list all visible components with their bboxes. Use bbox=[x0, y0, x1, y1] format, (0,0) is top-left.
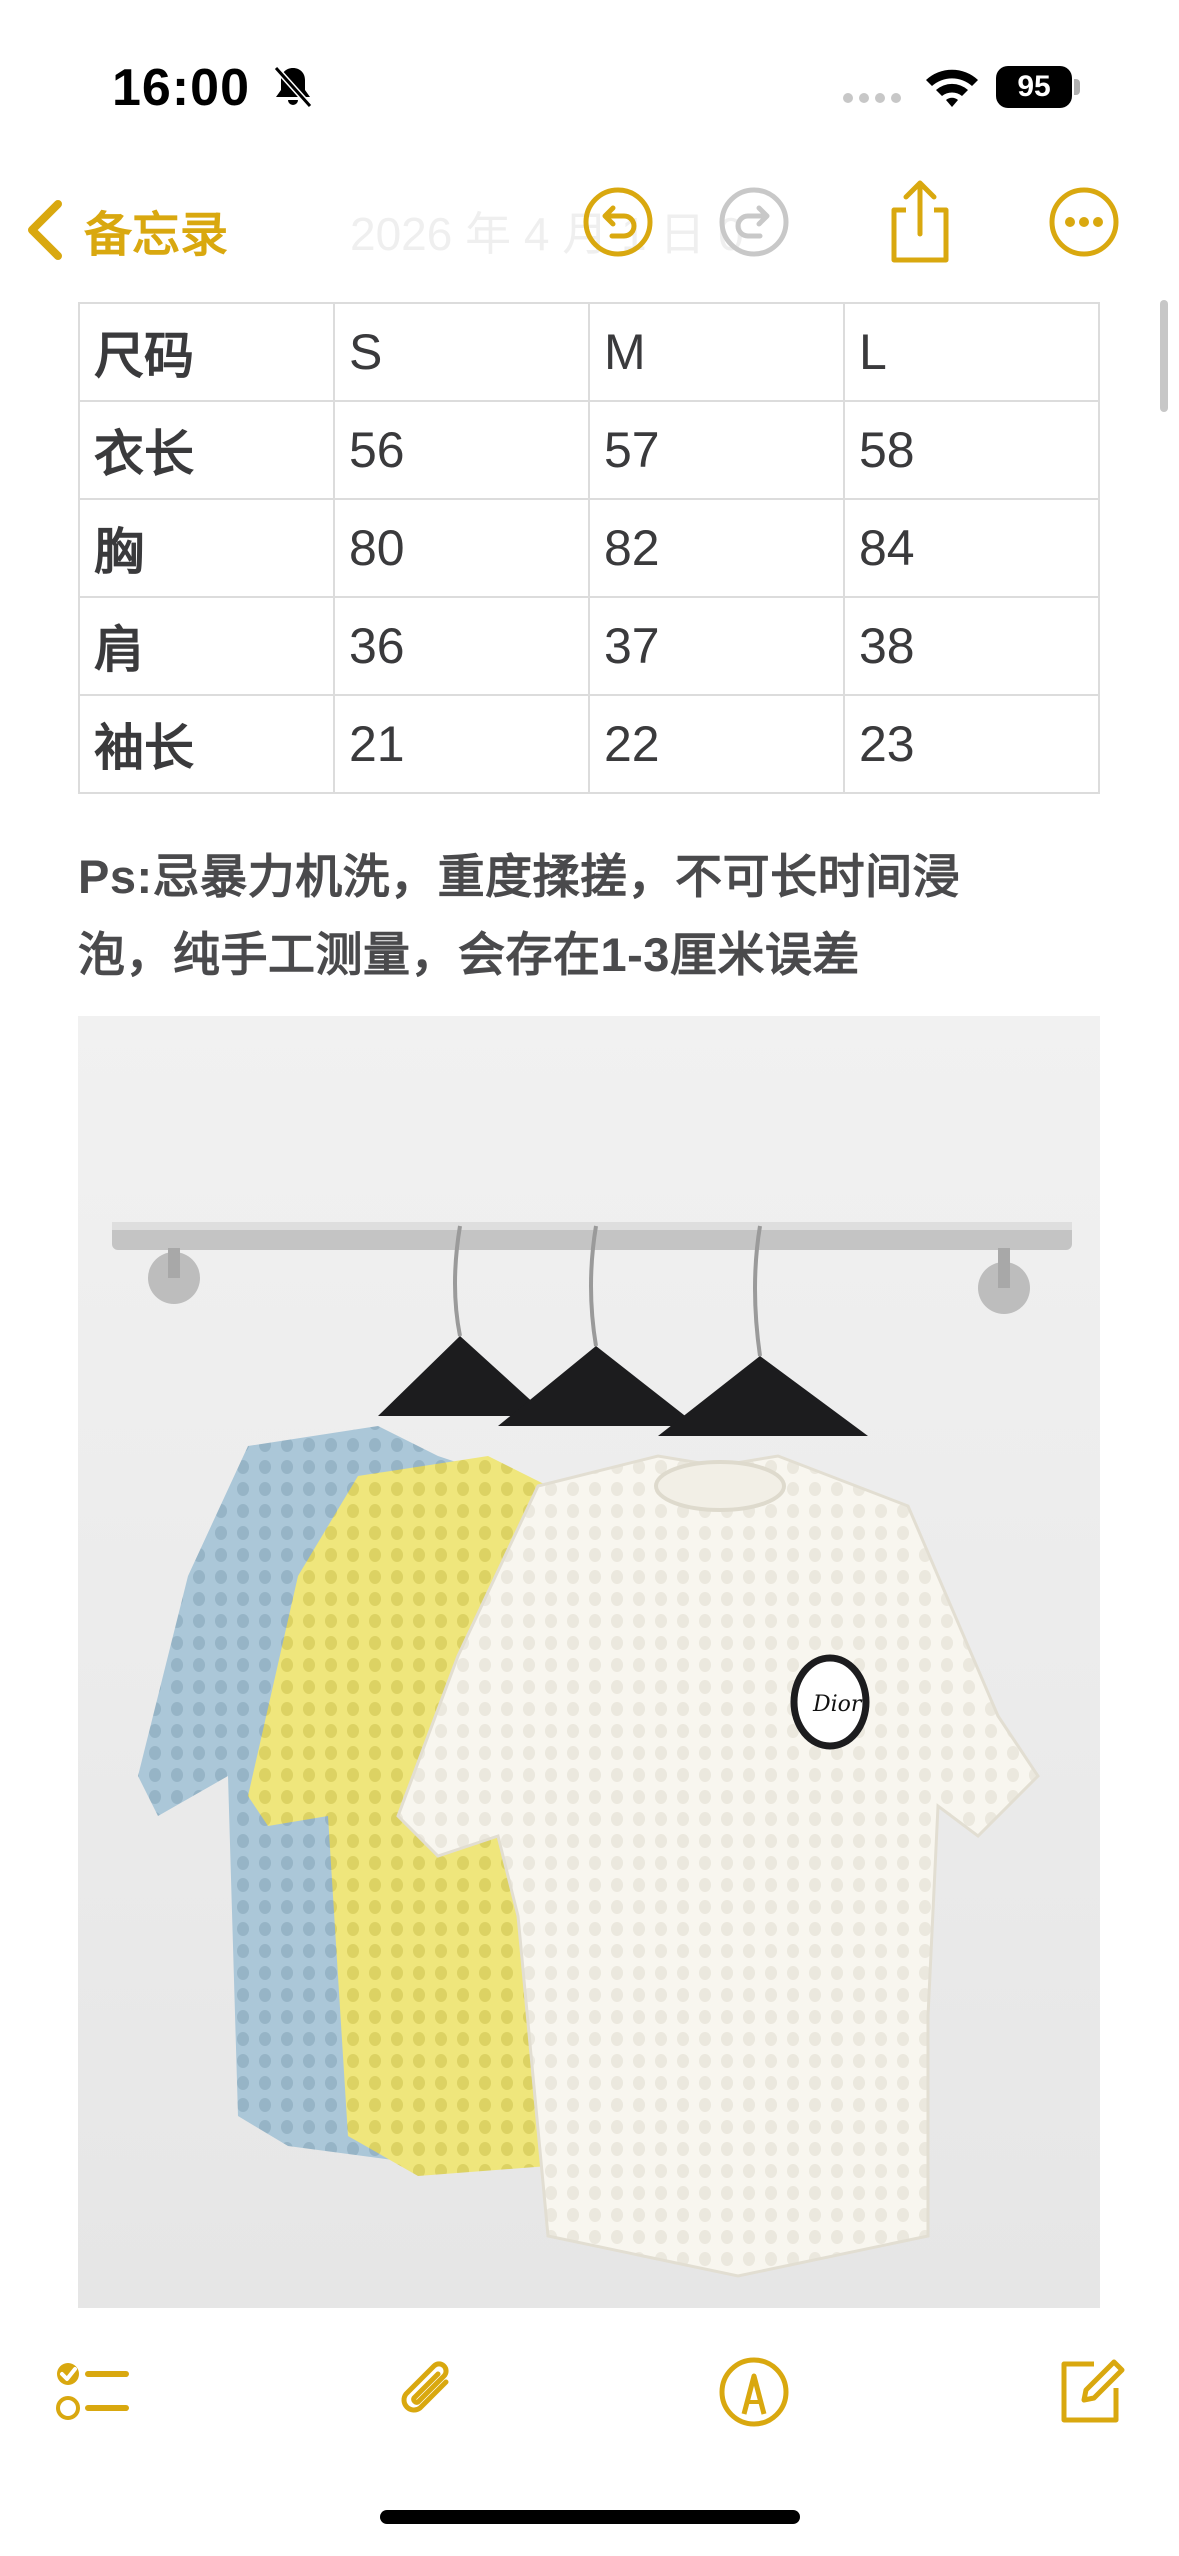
table-cell[interactable]: 21 bbox=[333, 694, 590, 794]
checklist-icon bbox=[56, 2363, 129, 2420]
chevron-left-icon bbox=[28, 200, 62, 260]
redo-icon bbox=[719, 187, 789, 257]
table-row: 胸 80 82 84 bbox=[78, 498, 1100, 598]
more-icon bbox=[1049, 187, 1119, 257]
brand-logo-mark: Dior bbox=[813, 1692, 862, 1717]
table-cell[interactable]: 36 bbox=[333, 596, 590, 696]
compose-button[interactable] bbox=[1050, 2352, 1130, 2432]
table-row: 尺码 S M L bbox=[78, 302, 1100, 402]
status-bar: 16:00 95 bbox=[0, 0, 1179, 170]
table-cell[interactable]: 82 bbox=[588, 498, 845, 598]
table-cell[interactable]: L bbox=[843, 302, 1100, 402]
product-photo[interactable]: Dior bbox=[78, 1016, 1100, 2308]
markup-button[interactable] bbox=[714, 2352, 794, 2432]
table-cell[interactable]: 23 bbox=[843, 694, 1100, 794]
table-cell[interactable]: 肩 bbox=[78, 596, 335, 696]
table-cell[interactable]: 38 bbox=[843, 596, 1100, 696]
status-time: 16:00 bbox=[112, 59, 250, 117]
back-label: 备忘录 bbox=[84, 209, 229, 262]
cellular-icon bbox=[842, 90, 906, 106]
markup-pen-icon bbox=[719, 2357, 789, 2427]
table-cell[interactable]: 56 bbox=[333, 400, 590, 500]
table-cell[interactable]: 衣长 bbox=[78, 400, 335, 500]
table-cell[interactable]: 84 bbox=[843, 498, 1100, 598]
table-cell[interactable]: 22 bbox=[588, 694, 845, 794]
redo-button[interactable] bbox=[716, 184, 792, 260]
share-icon bbox=[891, 180, 949, 263]
table-cell[interactable]: 80 bbox=[333, 498, 590, 598]
attach-button[interactable] bbox=[388, 2352, 468, 2432]
faded-title: 2026 年 4 月 1 日 0 bbox=[350, 208, 744, 260]
note-body-text[interactable]: Ps:忌暴力机洗，重度揉搓，不可长时间浸 泡，纯手工测量，会存在1-3厘米误差 bbox=[78, 838, 1108, 994]
battery-tip bbox=[1074, 79, 1080, 95]
more-button[interactable] bbox=[1046, 184, 1122, 260]
bottom-toolbar bbox=[0, 2330, 1179, 2450]
table-row: 肩 36 37 38 bbox=[78, 596, 1100, 696]
note-line: 泡，纯手工测量，会存在1-3厘米误差 bbox=[78, 928, 860, 981]
photo-illustration bbox=[78, 1016, 1100, 2308]
table-cell[interactable]: 胸 bbox=[78, 498, 335, 598]
table-cell[interactable]: 37 bbox=[588, 596, 845, 696]
scrollbar[interactable] bbox=[1160, 300, 1168, 412]
undo-icon bbox=[583, 187, 653, 257]
back-button[interactable]: 备忘录 bbox=[24, 190, 228, 270]
compose-icon bbox=[1061, 2359, 1125, 2423]
table-cell[interactable]: 57 bbox=[588, 400, 845, 500]
size-table: 尺码 S M L 衣长 56 57 58 胸 80 82 84 肩 36 37 … bbox=[78, 302, 1100, 794]
wifi-icon bbox=[922, 64, 982, 110]
bell-slash-icon bbox=[268, 62, 318, 112]
table-cell[interactable]: 尺码 bbox=[78, 302, 335, 402]
undo-button[interactable] bbox=[580, 184, 656, 260]
table-cell[interactable]: S bbox=[333, 302, 590, 402]
table-cell[interactable]: 袖长 bbox=[78, 694, 335, 794]
note-line: Ps:忌暴力机洗，重度揉搓，不可长时间浸 bbox=[78, 850, 961, 903]
paperclip-icon bbox=[401, 2361, 449, 2413]
checklist-button[interactable] bbox=[52, 2352, 132, 2432]
navigation-bar: 备忘录 2026 年 4 月 1 日 0 bbox=[0, 170, 1179, 290]
share-button[interactable] bbox=[882, 178, 958, 266]
table-row: 袖长 21 22 23 bbox=[78, 694, 1100, 794]
table-cell[interactable]: 58 bbox=[843, 400, 1100, 500]
table-row: 衣长 56 57 58 bbox=[78, 400, 1100, 500]
table-cell[interactable]: M bbox=[588, 302, 845, 402]
home-indicator[interactable] bbox=[380, 2510, 800, 2524]
battery-icon: 95 bbox=[996, 66, 1072, 108]
